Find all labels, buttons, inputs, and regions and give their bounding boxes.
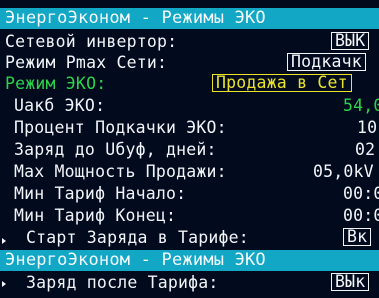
menu-row-label: Процент Подкачки ЭКО: xyxy=(14,118,227,137)
pmax-mode-value[interactable]: Подкачк xyxy=(287,53,366,71)
menu-row-boost-percent[interactable]: Процент Подкачки ЭКО: 10 xyxy=(0,117,379,138)
tariff-start-value: 00:0 xyxy=(343,184,379,203)
tariff-end-value: 00:0 xyxy=(343,206,379,225)
menu-row-tariff-end[interactable]: Мин Тариф Конец: 00:0 xyxy=(0,205,379,226)
max-sell-power-value: 05,0kV xyxy=(313,162,374,181)
charge-days-value: 02 xyxy=(355,140,376,159)
menu-row-eco-mode-selected[interactable]: Режим ЭКО: Продажа в Сет xyxy=(0,73,379,94)
menu-row-label: Uакб ЭКО: xyxy=(14,96,106,115)
boost-percent-value: 10 xyxy=(357,118,378,137)
menu-row-label: Режим ЭКО: xyxy=(5,74,107,93)
menu-row-tariff-start[interactable]: Мин Тариф Начало: 00:0 xyxy=(0,183,379,204)
menu-row-grid-inverter[interactable]: Сетевой инвертор: ВЫК xyxy=(0,31,379,52)
menu-row-label: Мах Мощность Продажи: xyxy=(14,162,227,181)
screen-title-bar-ghost: ЭнергоЭконом - Режимы ЭКО xyxy=(0,250,379,271)
menu-row-max-sell-power[interactable]: Мах Мощность Продажи: 05,0kV xyxy=(0,161,379,182)
screen-title-bar: ЭнергоЭконом - Режимы ЭКО xyxy=(0,8,379,29)
menu-row-pmax-mode[interactable]: Режим Pmax Сети: Подкачк xyxy=(0,52,379,73)
menu-row-label: Заряд до Uбуф, дней: xyxy=(14,140,217,159)
menu-row-label: Режим Pmax Сети: xyxy=(5,53,168,72)
menu-row-tariff-charge-start[interactable]: Старт Заряда в Тарифе: Вк xyxy=(0,227,379,248)
battery-voltage-value: 54,0 xyxy=(343,96,379,115)
menu-row-battery-voltage[interactable]: Uакб ЭКО: 54,0 xyxy=(0,95,379,116)
menu-row-label: Мин Тариф Конец: xyxy=(14,206,177,225)
charge-after-tariff-value[interactable]: ВЫк xyxy=(331,273,370,291)
menu-row-label: Сетевой инвертор: xyxy=(5,32,178,51)
eco-modes-screen: ЭнергоЭконом - Режимы ЭКО Сетевой инверт… xyxy=(0,0,379,298)
eco-mode-value[interactable]: Продажа в Сет xyxy=(212,74,352,92)
screen-title-ghost: ЭнергоЭконом - Режимы ЭКО xyxy=(5,250,266,270)
menu-row-label: Мин Тариф Начало: xyxy=(14,184,187,203)
grid-inverter-value[interactable]: ВЫК xyxy=(331,32,370,50)
menu-row-charge-days[interactable]: Заряд до Uбуф, дней: 02 xyxy=(0,139,379,160)
menu-row-label: Заряд после Тарифа: xyxy=(26,273,219,292)
menu-row-charge-after-tariff[interactable]: Заряд после Тарифа: ВЫк xyxy=(0,272,379,293)
screen-title: ЭнергоЭконом - Режимы ЭКО xyxy=(5,8,266,28)
tariff-charge-start-value[interactable]: Вк xyxy=(343,228,372,246)
menu-row-label: Старт Заряда в Тарифе: xyxy=(26,228,249,247)
